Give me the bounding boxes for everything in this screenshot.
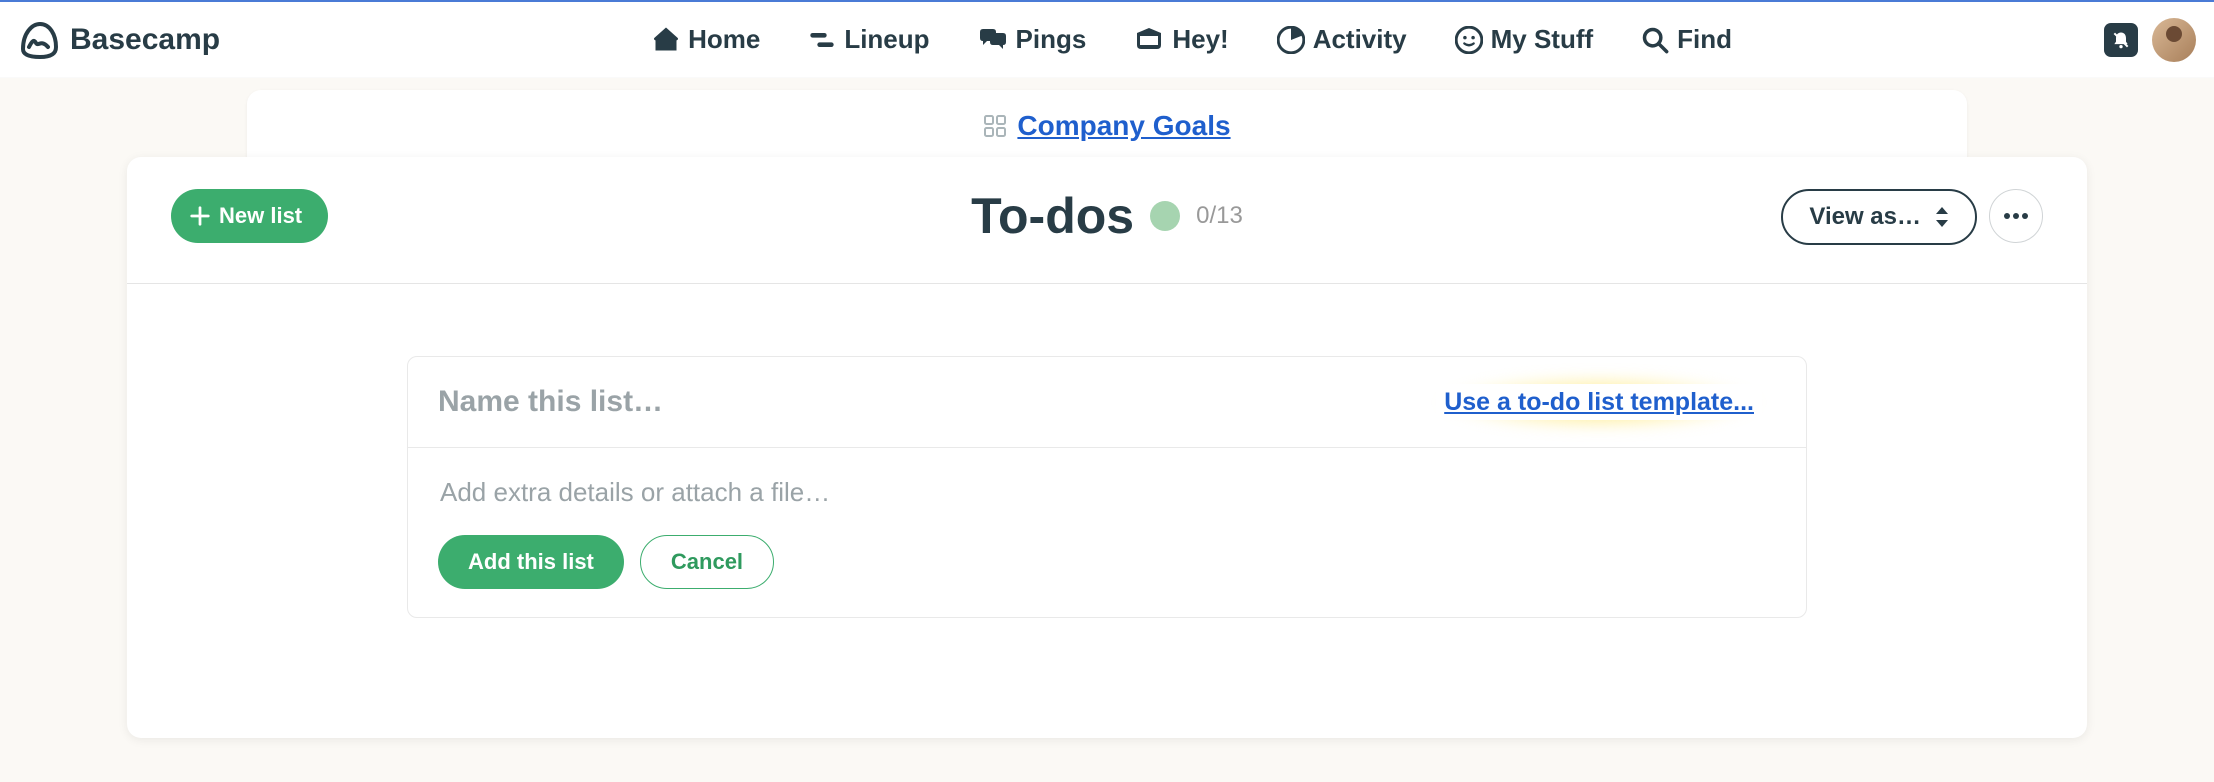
user-avatar[interactable] xyxy=(2152,18,2196,62)
nav-lineup[interactable]: Lineup xyxy=(808,24,929,55)
nav-label: Activity xyxy=(1313,24,1407,55)
nav-hey[interactable]: Hey! xyxy=(1134,24,1228,55)
nav-label: Lineup xyxy=(844,24,929,55)
notifications-button[interactable] xyxy=(2104,23,2138,57)
brand-logo[interactable]: Basecamp xyxy=(18,19,220,61)
use-template-link[interactable]: Use a to-do list template... xyxy=(1436,384,1762,420)
brand-name: Basecamp xyxy=(70,23,220,57)
nav-mystuff[interactable]: My Stuff xyxy=(1455,24,1594,55)
plus-icon xyxy=(189,205,211,227)
form-actions: Add this list Cancel xyxy=(408,535,1806,617)
breadcrumb-project-link[interactable]: Company Goals xyxy=(983,110,1230,142)
todo-count: 0/13 xyxy=(1196,202,1243,230)
card-header: New list To-dos 0/13 View as… xyxy=(127,157,2087,284)
new-list-form: Use a to-do list template... Add this li… xyxy=(407,356,1807,618)
progress-dot-icon xyxy=(1150,201,1180,231)
breadcrumb-card: Company Goals xyxy=(247,90,1967,163)
nav-label: Find xyxy=(1677,24,1732,55)
nav-label: Hey! xyxy=(1172,24,1228,55)
cancel-button[interactable]: Cancel xyxy=(640,535,774,589)
page-title-text: To-dos xyxy=(971,187,1134,245)
sort-arrows-icon xyxy=(1935,207,1949,227)
view-as-button[interactable]: View as… xyxy=(1781,189,1977,245)
template-link-highlight: Use a to-do list template... xyxy=(1422,382,1776,423)
new-list-button[interactable]: New list xyxy=(171,189,328,243)
ellipsis-icon xyxy=(2003,212,2029,220)
nav-find[interactable]: Find xyxy=(1641,24,1732,55)
main-card: New list To-dos 0/13 View as… Use a to-d… xyxy=(127,157,2087,738)
form-row-details xyxy=(408,448,1806,535)
view-as-label: View as… xyxy=(1809,203,1921,231)
list-name-input[interactable] xyxy=(438,381,1241,423)
top-nav: Basecamp Home Lineup Pings Hey! Activity… xyxy=(0,2,2214,78)
list-details-input[interactable] xyxy=(438,476,1776,509)
home-icon xyxy=(652,26,680,54)
basecamp-logo-icon xyxy=(18,19,60,61)
mystuff-icon xyxy=(1455,26,1483,54)
nav-home[interactable]: Home xyxy=(652,24,760,55)
search-icon xyxy=(1641,26,1669,54)
nav-label: Pings xyxy=(1016,24,1087,55)
form-row-name: Use a to-do list template... xyxy=(408,357,1806,448)
nav-right xyxy=(2104,18,2196,62)
page-title: To-dos 0/13 xyxy=(971,187,1243,245)
hey-icon xyxy=(1134,27,1164,53)
grid-icon xyxy=(983,114,1007,138)
more-menu-button[interactable] xyxy=(1989,189,2043,243)
nav-pings[interactable]: Pings xyxy=(978,24,1087,55)
nav-activity[interactable]: Activity xyxy=(1277,24,1407,55)
breadcrumb-label: Company Goals xyxy=(1017,110,1230,142)
nav-label: My Stuff xyxy=(1491,24,1594,55)
add-list-button[interactable]: Add this list xyxy=(438,535,624,589)
nav-center: Home Lineup Pings Hey! Activity My Stuff… xyxy=(652,24,1732,55)
activity-icon xyxy=(1277,26,1305,54)
lineup-icon xyxy=(808,26,836,54)
pings-icon xyxy=(978,26,1008,54)
new-list-form-area: Use a to-do list template... Add this li… xyxy=(127,284,2087,738)
nav-label: Home xyxy=(688,24,760,55)
bell-off-icon xyxy=(2111,30,2131,50)
new-list-label: New list xyxy=(219,203,302,229)
